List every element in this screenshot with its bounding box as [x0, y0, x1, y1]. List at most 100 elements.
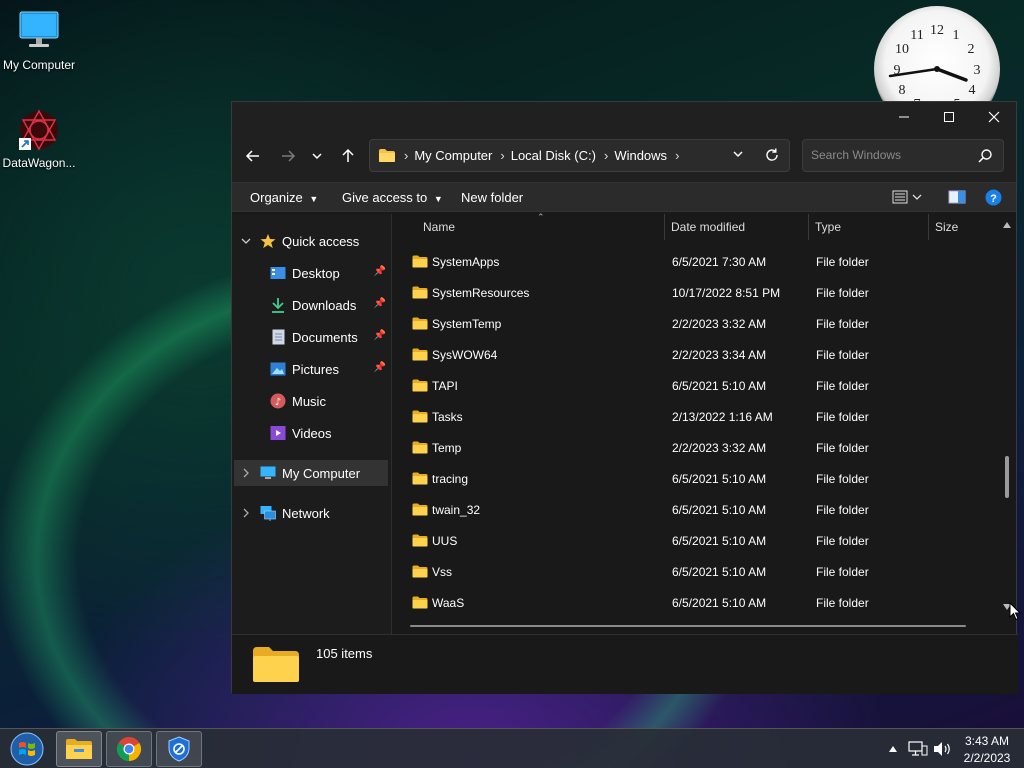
breadcrumb-my-computer[interactable]: My Computer	[414, 148, 492, 163]
chevron-right-icon	[240, 505, 252, 521]
horizontal-scrollbar[interactable]	[410, 625, 966, 627]
file-row[interactable]: Temp 2/2/2023 3:32 AM File folder	[406, 434, 1006, 462]
new-folder-button[interactable]: New folder	[461, 190, 523, 205]
svg-text:?: ?	[990, 193, 997, 205]
file-row[interactable]: SystemResources 10/17/2022 8:51 PM File fo…	[406, 279, 1006, 307]
file-row[interactable]: UUS 6/5/2021 5:10 AM File folder	[406, 527, 1006, 555]
column-header-name[interactable]: Name	[423, 214, 455, 240]
file-row[interactable]: WaaS 6/5/2021 5:10 AM File folder	[406, 589, 1006, 617]
title-bar[interactable]	[232, 102, 1016, 132]
file-row[interactable]: Vss 6/5/2021 5:10 AM File folder	[406, 558, 1006, 586]
refresh-button[interactable]	[764, 147, 780, 166]
desktop-icon-my-computer[interactable]: My Computer	[0, 10, 79, 72]
give-access-label: Give access to	[342, 190, 428, 205]
taskbar-defender[interactable]	[156, 731, 202, 767]
folder-icon	[412, 441, 428, 454]
file-type: File folder	[816, 565, 869, 579]
taskbar-chrome[interactable]	[106, 731, 152, 767]
forward-button[interactable]	[273, 142, 303, 170]
file-row[interactable]: SysWOW64 2/2/2023 3:34 AM File folder	[406, 341, 1006, 369]
pin-icon: 📌	[373, 330, 386, 341]
search-input[interactable]	[811, 148, 971, 162]
minimize-button[interactable]	[881, 102, 926, 132]
details-pane: 105 items	[232, 634, 1018, 694]
file-name: SystemApps	[432, 255, 500, 269]
monitor-icon	[260, 465, 276, 481]
file-name: SystemResources	[432, 286, 530, 300]
column-header-size[interactable]: Size	[935, 214, 958, 240]
clock-number: 2	[968, 42, 975, 57]
close-button[interactable]	[971, 102, 1016, 132]
sidebar-item-label: My Computer	[282, 465, 361, 481]
sidebar-item-documents[interactable]: Documents 📌	[270, 324, 388, 350]
file-name: Tasks	[432, 410, 463, 424]
column-divider[interactable]	[928, 214, 929, 240]
file-name: SysWOW64	[432, 348, 498, 362]
recent-locations-button[interactable]	[304, 142, 330, 170]
sidebar-item-videos[interactable]: Videos	[270, 420, 388, 446]
start-button[interactable]	[4, 731, 50, 767]
back-button[interactable]	[238, 142, 268, 170]
file-row[interactable]: Tasks 2/13/2022 1:16 AM File folder	[406, 403, 1006, 431]
help-button[interactable]: ?	[985, 189, 1002, 209]
music-icon: ♪	[270, 393, 286, 409]
vertical-scrollbar[interactable]	[1002, 218, 1012, 614]
sidebar-item-network[interactable]: Network	[234, 500, 388, 526]
file-row[interactable]: TAPI 6/5/2021 5:10 AM File folder	[406, 372, 1006, 400]
search-box[interactable]	[802, 139, 1004, 172]
column-header-type[interactable]: Type	[815, 214, 841, 240]
file-name: TAPI	[432, 379, 458, 393]
chevron-down-icon	[733, 151, 743, 158]
file-row[interactable]: SystemApps 6/5/2021 7:30 AM File folder	[406, 248, 1006, 276]
address-history-button[interactable]	[732, 148, 744, 163]
organize-menu-button[interactable]: Organize ▼	[250, 190, 318, 205]
sidebar-item-my-computer[interactable]: My Computer	[234, 460, 388, 486]
up-button[interactable]	[333, 142, 363, 170]
sidebar-item-label: Videos	[292, 425, 332, 441]
breadcrumb-local-disk[interactable]: Local Disk (C:)	[511, 148, 596, 163]
document-icon	[270, 329, 286, 345]
volume-tray-button[interactable]	[933, 729, 953, 768]
breadcrumb-windows[interactable]: Windows	[614, 148, 667, 163]
sidebar-item-label: Desktop	[292, 265, 340, 281]
file-type: File folder	[816, 472, 869, 486]
sidebar-item-pictures[interactable]: Pictures 📌	[270, 356, 388, 382]
file-date-modified: 6/5/2021 5:10 AM	[672, 534, 767, 548]
sidebar-item-desktop[interactable]: Desktop 📌	[270, 260, 388, 286]
file-name: WaaS	[432, 596, 465, 610]
maximize-button[interactable]	[926, 102, 971, 132]
file-row[interactable]: SystemTemp 2/2/2023 3:32 AM File folder	[406, 310, 1006, 338]
breadcrumb-separator: ›	[404, 148, 409, 163]
desktop-icon-datawagon[interactable]: DataWagon...	[0, 108, 79, 170]
file-row[interactable]: twain_32 6/5/2021 5:10 AM File folder	[406, 496, 1006, 524]
file-row[interactable]: tracing 6/5/2021 5:10 AM File folder	[406, 465, 1006, 493]
file-name: twain_32	[432, 503, 481, 517]
show-hidden-icons-button[interactable]	[888, 729, 898, 768]
scrollbar-thumb[interactable]	[1005, 456, 1009, 498]
file-date-modified: 6/5/2021 5:10 AM	[672, 503, 767, 517]
sidebar-item-downloads[interactable]: Downloads 📌	[270, 292, 388, 318]
column-divider[interactable]	[664, 214, 665, 240]
taskbar-file-explorer[interactable]	[56, 731, 102, 767]
file-date-modified: 6/5/2021 5:10 AM	[672, 565, 767, 579]
give-access-menu-button[interactable]: Give access to ▼	[342, 190, 443, 205]
preview-pane-button[interactable]	[948, 189, 966, 208]
taskbar-clock[interactable]: 3:43 AM 2/2/2023	[960, 729, 1014, 768]
videos-icon	[270, 425, 286, 441]
sidebar-item-quick-access[interactable]: Quick access	[240, 228, 394, 254]
breadcrumb-separator: ›	[603, 148, 609, 163]
folder-large-icon	[252, 645, 300, 686]
breadcrumb-separator[interactable]: ›	[675, 148, 679, 163]
star-icon	[260, 233, 276, 249]
view-options-button[interactable]	[892, 189, 922, 208]
defender-icon	[168, 736, 190, 762]
datawagon-logo-icon	[17, 108, 61, 152]
address-bar[interactable]: › My Computer › Local Disk (C:) › Window…	[369, 139, 790, 172]
column-divider[interactable]	[808, 214, 809, 240]
sidebar-item-music[interactable]: ♪ Music	[270, 388, 388, 414]
scroll-up-icon[interactable]	[1002, 221, 1012, 229]
network-tray-button[interactable]	[908, 729, 928, 768]
column-header-date-modified[interactable]: Date modified	[671, 214, 745, 240]
maximize-icon	[943, 112, 954, 122]
file-date-modified: 2/2/2023 3:32 AM	[672, 317, 767, 331]
